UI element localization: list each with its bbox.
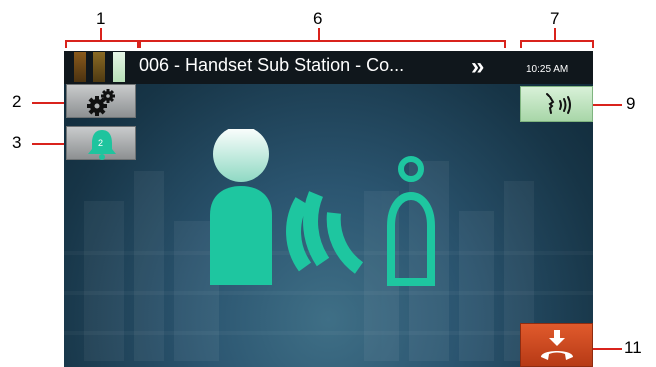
- speaking-person-icon: [546, 93, 571, 114]
- callout-bracket-7: [520, 40, 594, 48]
- callout-tick-6: [318, 28, 320, 40]
- status-bar: 006 - Handset Sub Station - Co... » 10:2…: [64, 51, 593, 84]
- gears-icon: [87, 89, 115, 116]
- callout-leader-9: [590, 104, 622, 106]
- signal-level-icon: [74, 51, 134, 84]
- callout-label-6: 6: [313, 9, 323, 28]
- talk-button[interactable]: [520, 86, 593, 122]
- notification-count-badge: 2: [98, 138, 104, 148]
- clock: 10:25 AM: [526, 64, 569, 75]
- hang-up-icon: [541, 330, 573, 360]
- callout-label-1: 1: [96, 9, 106, 28]
- callout-label-7: 7: [550, 9, 560, 28]
- callout-leader-3: [32, 143, 66, 145]
- person-calling-handset-icon: [210, 129, 435, 286]
- intercom-screen: 006 - Handset Sub Station - Co... » 10:2…: [64, 51, 593, 367]
- callout-tick-1: [100, 28, 102, 40]
- callout-bracket-1: [65, 40, 139, 48]
- callout-label-3: 3: [12, 133, 22, 152]
- callout-tick-7: [554, 28, 556, 40]
- settings-button[interactable]: [66, 84, 136, 118]
- callout-label-2: 2: [12, 92, 22, 111]
- double-chevron-right-icon[interactable]: »: [471, 53, 484, 81]
- callout-label-11: 11: [624, 338, 642, 357]
- notifications-button[interactable]: 2: [66, 126, 136, 160]
- station-title[interactable]: 006 - Handset Sub Station - Co...: [139, 55, 404, 76]
- callout-bracket-6: [139, 40, 506, 48]
- callout-leader-11: [590, 348, 622, 350]
- callout-label-9: 9: [626, 94, 636, 113]
- callout-leader-2: [32, 102, 66, 104]
- end-call-button[interactable]: [520, 323, 593, 367]
